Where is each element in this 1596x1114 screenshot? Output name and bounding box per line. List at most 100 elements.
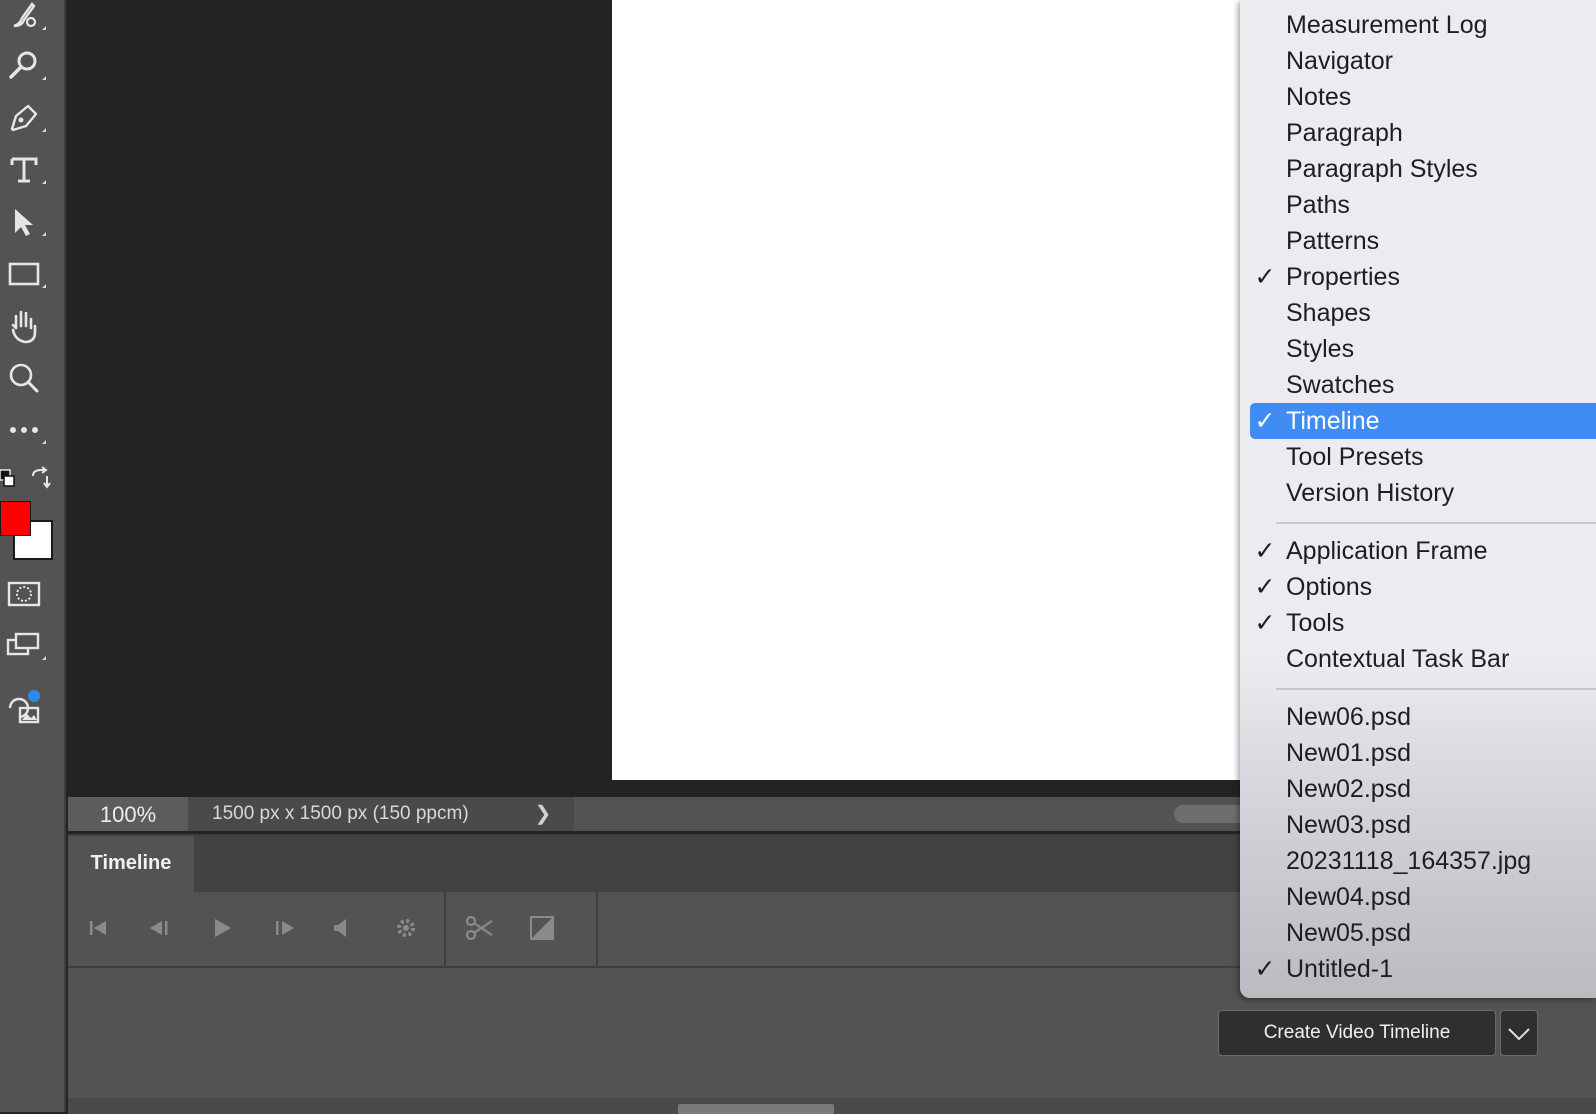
menu-item-label: Contextual Task Bar [1286, 645, 1510, 673]
menu-item-swatches[interactable]: Swatches [1250, 367, 1596, 403]
transition-button[interactable] [524, 910, 560, 946]
brush-tool[interactable] [4, 0, 46, 36]
menu-item-new01-psd[interactable]: New01.psd [1250, 735, 1596, 771]
chevron-down-icon [1508, 1028, 1530, 1041]
menu-item-label: Shapes [1286, 299, 1371, 327]
zoom-level[interactable]: 100% [68, 797, 188, 831]
playback-settings-button[interactable] [388, 910, 424, 946]
dodge-icon [9, 51, 37, 79]
menu-item-label: Tools [1286, 609, 1345, 637]
checkmark-icon: ✓ [1254, 955, 1276, 983]
menu-item-label: Notes [1286, 83, 1352, 111]
menu-item-styles[interactable]: Styles [1250, 331, 1596, 367]
menu-item-patterns[interactable]: Patterns [1250, 223, 1596, 259]
create-video-timeline-button[interactable]: Create Video Timeline [1218, 1010, 1496, 1056]
menu-item-new02-psd[interactable]: New02.psd [1250, 771, 1596, 807]
menu-item-notes[interactable]: Notes [1250, 79, 1596, 115]
menu-item-label: New04.psd [1286, 883, 1412, 911]
menu-item-label: New01.psd [1286, 739, 1412, 767]
menu-item-label: Measurement Log [1286, 11, 1488, 39]
menu-item-label: Paragraph [1286, 119, 1403, 147]
type-tool[interactable] [4, 150, 46, 190]
path-selection-tool[interactable] [4, 202, 46, 242]
checkmark-icon: ✓ [1254, 407, 1276, 435]
menu-item-paths[interactable]: Paths [1250, 187, 1596, 223]
menu-item-label: 20231118_164357.jpg [1286, 847, 1532, 875]
arrow-cursor-icon [15, 209, 33, 236]
foreground-color-swatch[interactable] [0, 501, 31, 536]
gear-icon [397, 919, 415, 937]
status-menu-arrow[interactable]: ❯ [528, 797, 558, 831]
document-size: 1500 px x 1500 px (150 ppcm) [188, 797, 574, 831]
menu-item-timeline[interactable]: ✓ Timeline [1250, 403, 1596, 439]
scissors-icon [465, 915, 493, 941]
menu-item-shapes[interactable]: Shapes [1250, 295, 1596, 331]
split-at-playhead-button[interactable] [462, 910, 498, 946]
rectangle-tool[interactable] [4, 254, 46, 294]
quick-mask-icon [7, 581, 41, 607]
menu-item-paragraph-styles[interactable]: Paragraph Styles [1250, 151, 1596, 187]
magnifier-icon [9, 363, 39, 393]
menu-item-label: Paths [1286, 191, 1350, 219]
previous-frame-button[interactable] [142, 910, 178, 946]
default-colors-icon[interactable] [0, 468, 16, 490]
pen-icon [10, 104, 38, 132]
tab-timeline[interactable]: Timeline [68, 836, 194, 892]
menu-item-tool-presets[interactable]: Tool Presets [1250, 439, 1596, 475]
menu-item-label: Timeline [1286, 407, 1380, 435]
edit-toolbar-button[interactable] [4, 410, 46, 450]
window-menu: Measurement Log Navigator Notes Paragraph Pa… [1240, 0, 1596, 998]
menu-item-label: Navigator [1286, 47, 1393, 75]
speaker-icon [334, 919, 346, 937]
hand-icon [11, 310, 37, 344]
menu-item-label: Application Frame [1286, 537, 1488, 565]
menu-item-label: Swatches [1286, 371, 1395, 399]
previous-frame-icon [150, 921, 168, 935]
menu-item-label: Options [1286, 573, 1373, 601]
menu-item-paragraph[interactable]: Paragraph [1250, 115, 1596, 151]
timeline-scrollbar[interactable] [678, 1104, 834, 1114]
screen-mode-button[interactable] [4, 626, 46, 666]
menu-separator [1276, 522, 1596, 524]
menu-item-untitled-1[interactable]: ✓ Untitled-1 [1250, 951, 1596, 987]
hand-tool[interactable] [4, 306, 44, 346]
mute-audio-button[interactable] [324, 910, 360, 946]
menu-item-tools[interactable]: ✓ Tools [1250, 605, 1596, 641]
play-icon [215, 919, 231, 937]
menu-item-measurement-log[interactable]: Measurement Log [1250, 7, 1596, 43]
document-canvas[interactable] [612, 0, 1252, 780]
play-button[interactable] [204, 910, 240, 946]
pen-tool[interactable] [4, 98, 46, 138]
menu-item-properties[interactable]: ✓ Properties [1250, 259, 1596, 295]
menu-item-new04-psd[interactable]: New04.psd [1250, 879, 1596, 915]
checkmark-icon: ✓ [1254, 537, 1276, 565]
menu-item-contextual-task-bar[interactable]: Contextual Task Bar [1250, 641, 1596, 677]
menu-item-options[interactable]: ✓ Options [1250, 569, 1596, 605]
menu-item-label: Paragraph Styles [1286, 155, 1478, 183]
type-icon [10, 157, 38, 183]
menu-item-application-frame[interactable]: ✓ Application Frame [1250, 533, 1596, 569]
menu-item-new05-psd[interactable]: New05.psd [1250, 915, 1596, 951]
next-frame-button[interactable] [266, 910, 302, 946]
next-frame-icon [276, 921, 294, 935]
menu-separator [1276, 688, 1596, 690]
menu-item-new03-psd[interactable]: New03.psd [1250, 807, 1596, 843]
zoom-tool[interactable] [4, 358, 44, 398]
menu-item-version-history[interactable]: Version History [1250, 475, 1596, 511]
brush-icon [13, 2, 37, 28]
transition-icon [530, 916, 554, 940]
checkmark-icon: ✓ [1254, 263, 1276, 291]
quick-mask-button[interactable] [4, 574, 44, 614]
checkmark-icon: ✓ [1254, 573, 1276, 601]
menu-item-label: Untitled-1 [1286, 955, 1393, 983]
swap-colors-icon[interactable] [28, 466, 52, 490]
menu-item-navigator[interactable]: Navigator [1250, 43, 1596, 79]
dodge-tool[interactable] [4, 46, 46, 86]
rectangle-icon [8, 262, 40, 286]
menu-item-new06-psd[interactable]: New06.psd [1250, 699, 1596, 735]
go-to-first-frame-button[interactable] [80, 910, 116, 946]
notification-dot [28, 690, 40, 702]
menu-item-20231118-164357-jpg[interactable]: 20231118_164357.jpg [1250, 843, 1596, 879]
more-icon [10, 427, 38, 433]
timeline-type-dropdown[interactable] [1500, 1010, 1538, 1056]
